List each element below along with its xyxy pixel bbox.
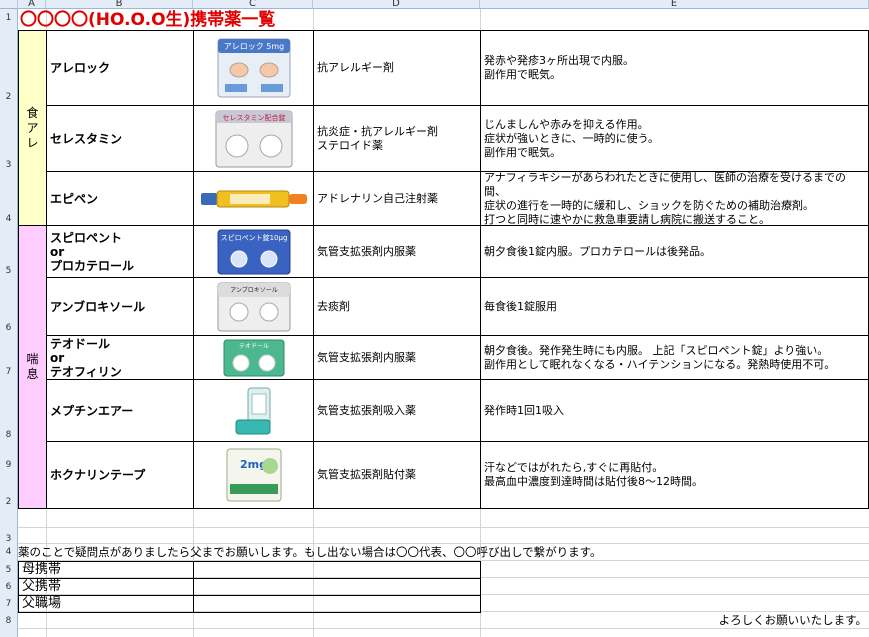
medicine-note-cell[interactable]: 発赤や発疹3ヶ所出現で内服。 副作用で眠気。 [480, 30, 869, 106]
medicine-picture-cell[interactable]: スピロペント錠10μg [193, 225, 314, 278]
medicine-type-cell[interactable]: アドレナリン自己注射薬 [313, 171, 481, 226]
gridline [18, 527, 869, 528]
medicine-note-cell[interactable]: じんましんや赤みを抑える作用。 症状が強いときに、一時的に使う。 副作用で眠気。 [480, 105, 869, 172]
medicine-note-cell[interactable]: 毎食後1錠服用 [480, 277, 869, 336]
medicine-picture-cell[interactable] [193, 171, 314, 226]
medicine-name-cell[interactable]: セレスタミン [46, 105, 194, 172]
category-char: 息 [26, 367, 39, 381]
row-header[interactable]: 8 [0, 616, 17, 628]
contact-notice[interactable]: 薬のことで疑問点がありましたら父までお願いします。もし出ない場合は〇〇代表、〇〇… [18, 544, 758, 561]
contact-label-father-work[interactable]: 父職場 [18, 595, 194, 613]
corner-cell[interactable] [0, 0, 18, 9]
row-header[interactable]: 5 [0, 565, 17, 577]
row-header[interactable]: 7 [0, 599, 17, 611]
medicine-note-cell[interactable]: 汗などではがれたら,すぐに再貼付。 最高血中濃度到達時間は貼付後8～12時間。 [480, 441, 869, 509]
row-header[interactable]: 4 [0, 214, 17, 226]
medicine-type-cell[interactable]: 抗アレルギー剤 [313, 30, 481, 106]
category-char: 食 [26, 105, 39, 120]
category-asthma[interactable]: 喘 息 [18, 225, 47, 509]
pill-label: アンブロキソール [230, 286, 278, 294]
medicine-name-cell[interactable]: テオドール or テオフィリン [46, 335, 194, 380]
medicine-name-cell[interactable]: アンブロキソール [46, 277, 194, 336]
pill-sheet-icon: アレロック 5mg [217, 38, 290, 98]
pill-label: スピロペント錠10μg [220, 233, 287, 242]
row-header[interactable]: 9 [0, 460, 17, 472]
contact-value-mother-mobile[interactable] [193, 561, 481, 579]
row-header[interactable]: 5 [0, 266, 17, 278]
inhaler-icon [235, 387, 270, 434]
medicine-picture-cell[interactable]: アンブロキソール [193, 277, 314, 336]
row-header[interactable]: 3 [0, 534, 17, 546]
column-header-b[interactable]: B [46, 0, 193, 9]
contact-value-father-work[interactable] [193, 595, 481, 613]
patch-icon: 2mg [226, 448, 281, 502]
medicine-name-cell[interactable]: ホクナリンテープ [46, 441, 194, 509]
medicine-picture-cell[interactable] [193, 379, 314, 442]
row-header[interactable]: 4 [0, 547, 17, 559]
contact-label-mother-mobile[interactable]: 母携帯 [18, 561, 194, 579]
closing-text[interactable]: よろしくお願いいたします。 [700, 612, 867, 629]
row-header[interactable]: 8 [0, 430, 17, 442]
pill-label: アレロック 5mg [223, 42, 284, 51]
medicine-type-cell[interactable]: 気管支拡張剤吸入薬 [313, 379, 481, 442]
pill-sheet-icon: セレスタミン配合錠 [215, 110, 292, 167]
medicine-name-cell[interactable]: スピロペント or プロカテロール [46, 225, 194, 278]
medicine-name-cell[interactable]: メプチンエアー [46, 379, 194, 442]
category-food-allergy[interactable]: 食 ア レ [18, 30, 47, 226]
medicine-picture-cell[interactable]: セレスタミン配合錠 [193, 105, 314, 172]
medicine-name-cell[interactable]: アレロック [46, 30, 194, 106]
medicine-name-cell[interactable]: エピペン [46, 171, 194, 226]
column-header-e[interactable]: E [480, 0, 869, 9]
medicine-picture-cell[interactable]: テオドール [193, 335, 314, 380]
page-title[interactable]: 〇〇〇〇(HO.O.O生)携帯薬一覧 [20, 9, 480, 31]
column-header-c[interactable]: C [193, 0, 313, 9]
category-char: ア [26, 120, 39, 135]
pill-sheet-icon: アンブロキソール [217, 282, 290, 331]
pill-sheet-icon: テオドール [223, 339, 284, 376]
row-header[interactable]: 2 [0, 92, 17, 104]
contact-value-father-mobile[interactable] [193, 578, 481, 596]
pill-label: セレスタミン配合錠 [222, 113, 285, 122]
category-char: 喘 [26, 352, 39, 366]
medicine-type-cell[interactable]: 去痰剤 [313, 277, 481, 336]
medicine-type-cell[interactable]: 気管支拡張剤内服薬 [313, 225, 481, 278]
medicine-type-cell[interactable]: 抗炎症・抗アレルギー剤 ステロイド薬 [313, 105, 481, 172]
medicine-type-cell[interactable]: 気管支拡張剤内服薬 [313, 335, 481, 380]
row-header[interactable]: 7 [0, 367, 17, 379]
medicine-note-cell[interactable]: 発作時1回1吸入 [480, 379, 869, 442]
medicine-picture-cell[interactable]: 2mg [193, 441, 314, 509]
auto-injector-icon [200, 190, 307, 207]
column-header-d[interactable]: D [313, 0, 480, 9]
row-header[interactable]: 1 [0, 13, 17, 25]
row-header[interactable]: 2 [0, 497, 17, 509]
medicine-note-cell[interactable]: 朝夕食後。発作発生時にも内服。 上記「スピロペント錠」より強い。 副作用として眠… [480, 335, 869, 380]
category-char: レ [26, 135, 39, 150]
medicine-type-cell[interactable]: 気管支拡張剤貼付薬 [313, 441, 481, 509]
pill-sheet-icon: スピロペント錠10μg [217, 229, 290, 274]
medicine-note-cell[interactable]: アナフィラキシーがあらわれたときに使用し、医師の治療を受けるまでの間、 症状の進… [480, 171, 869, 226]
row-header[interactable]: 3 [0, 160, 17, 172]
medicine-picture-cell[interactable]: アレロック 5mg [193, 30, 314, 106]
contact-label-father-mobile[interactable]: 父携帯 [18, 578, 194, 596]
row-header[interactable]: 6 [0, 323, 17, 335]
row-header[interactable]: 6 [0, 582, 17, 594]
pill-label: テオドール [238, 343, 268, 350]
column-header-a[interactable]: A [18, 0, 46, 9]
medicine-note-cell[interactable]: 朝夕食後1錠内服。プロカテロールは後発品。 [480, 225, 869, 278]
